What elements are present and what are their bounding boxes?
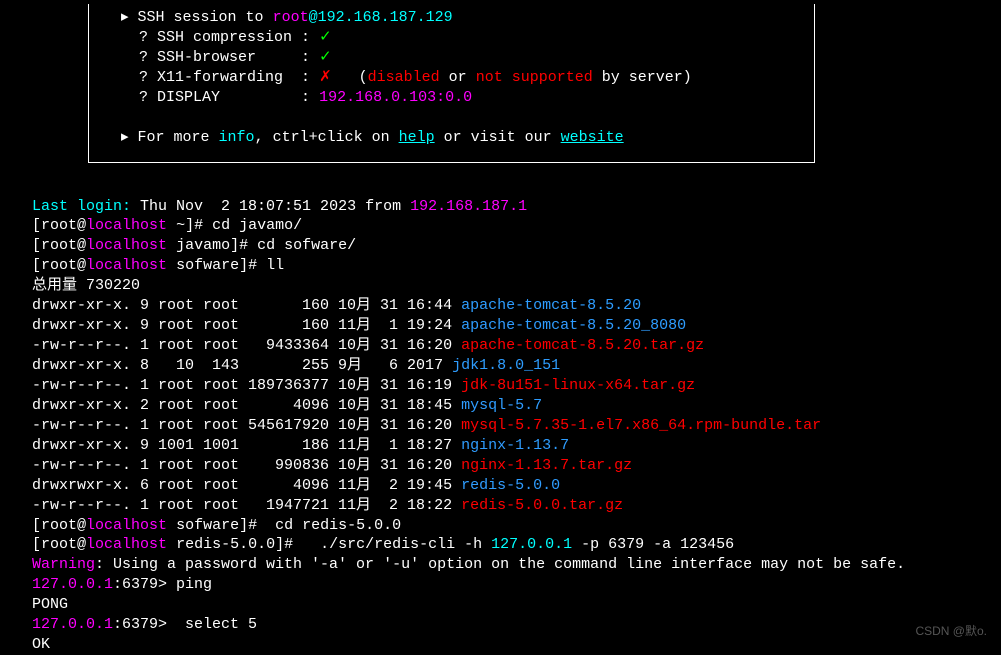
redis-ping: 127.0.0.1:6379> ping — [32, 575, 1001, 595]
file-name: apache-tomcat-8.5.20.tar.gz — [461, 337, 704, 354]
total-line: 总用量 730220 — [32, 276, 1001, 296]
ssh-session-line: ▸ SSH session to root@192.168.187.129 — [121, 8, 798, 28]
help-link[interactable]: help — [399, 129, 435, 146]
pong-line: PONG — [32, 595, 1001, 615]
redis-select: 127.0.0.1:6379> select 5 — [32, 615, 1001, 635]
ls-row: -rw-r--r--. 1 root root 545617920 10月 31… — [32, 416, 1001, 436]
display-line: ? DISPLAY : 192.168.0.103:0.0 — [121, 88, 798, 108]
ok-line: OK — [32, 635, 1001, 655]
ls-row: drwxr-xr-x. 9 root root 160 11月 1 19:24 … — [32, 316, 1001, 336]
ssh-compression-line: ? SSH compression : ✓ — [121, 28, 798, 48]
file-name: jdk-8u151-linux-x64.tar.gz — [461, 377, 695, 394]
ls-row: drwxr-xr-x. 2 root root 4096 10月 31 18:4… — [32, 396, 1001, 416]
watermark: CSDN @默o. — [915, 624, 987, 640]
prompt-redis-cli: [root@localhost redis-5.0.0]# ./src/redi… — [32, 535, 1001, 555]
website-link[interactable]: website — [561, 129, 624, 146]
terminal-output[interactable]: ▸ SSH session to root@192.168.187.129 ? … — [0, 0, 1001, 655]
ls-row: -rw-r--r--. 1 root root 990836 10月 31 16… — [32, 456, 1001, 476]
file-name: apache-tomcat-8.5.20 — [461, 297, 641, 314]
file-name: redis-5.0.0.tar.gz — [461, 497, 623, 514]
ls-row: drwxrwxr-x. 6 root root 4096 11月 2 19:45… — [32, 476, 1001, 496]
ls-row: drwxr-xr-x. 9 1001 1001 186 11月 1 18:27 … — [32, 436, 1001, 456]
ls-row: drwxr-xr-x. 8 10 143 255 9月 6 2017 jdk1.… — [32, 356, 1001, 376]
ls-output: drwxr-xr-x. 9 root root 160 10月 31 16:44… — [32, 296, 1001, 515]
prompt-cd-javamo: [root@localhost ~]# cd javamo/ — [32, 216, 1001, 236]
ssh-browser-line: ? SSH-browser : ✓ — [121, 48, 798, 68]
file-name: nginx-1.13.7 — [461, 437, 569, 454]
file-name: nginx-1.13.7.tar.gz — [461, 457, 632, 474]
prompt-cd-sofware: [root@localhost javamo]# cd sofware/ — [32, 236, 1001, 256]
ls-row: -rw-r--r--. 1 root root 189736377 10月 31… — [32, 376, 1001, 396]
file-name: apache-tomcat-8.5.20_8080 — [461, 317, 686, 334]
last-login-line: Last login: Thu Nov 2 18:07:51 2023 from… — [32, 197, 1001, 217]
ssh-info-box: ▸ SSH session to root@192.168.187.129 ? … — [88, 4, 815, 163]
warning-line: Warning: Using a password with '-a' or '… — [32, 555, 1001, 575]
prompt-ll: [root@localhost sofware]# ll — [32, 256, 1001, 276]
more-info-line: ▸ For more info, ctrl+click on help or v… — [121, 128, 798, 148]
ls-row: -rw-r--r--. 1 root root 9433364 10月 31 1… — [32, 336, 1001, 356]
ls-row: -rw-r--r--. 1 root root 1947721 11月 2 18… — [32, 496, 1001, 516]
ls-row: drwxr-xr-x. 9 root root 160 10月 31 16:44… — [32, 296, 1001, 316]
prompt-cd-redis: [root@localhost sofware]# cd redis-5.0.0 — [32, 516, 1001, 536]
file-name: mysql-5.7 — [461, 397, 542, 414]
file-name: mysql-5.7.35-1.el7.x86_64.rpm-bundle.tar — [461, 417, 821, 434]
file-name: jdk1.8.0_151 — [452, 357, 560, 374]
x11-forwarding-line: ? X11-forwarding : ✗ (disabled or not su… — [121, 68, 798, 88]
file-name: redis-5.0.0 — [461, 477, 560, 494]
